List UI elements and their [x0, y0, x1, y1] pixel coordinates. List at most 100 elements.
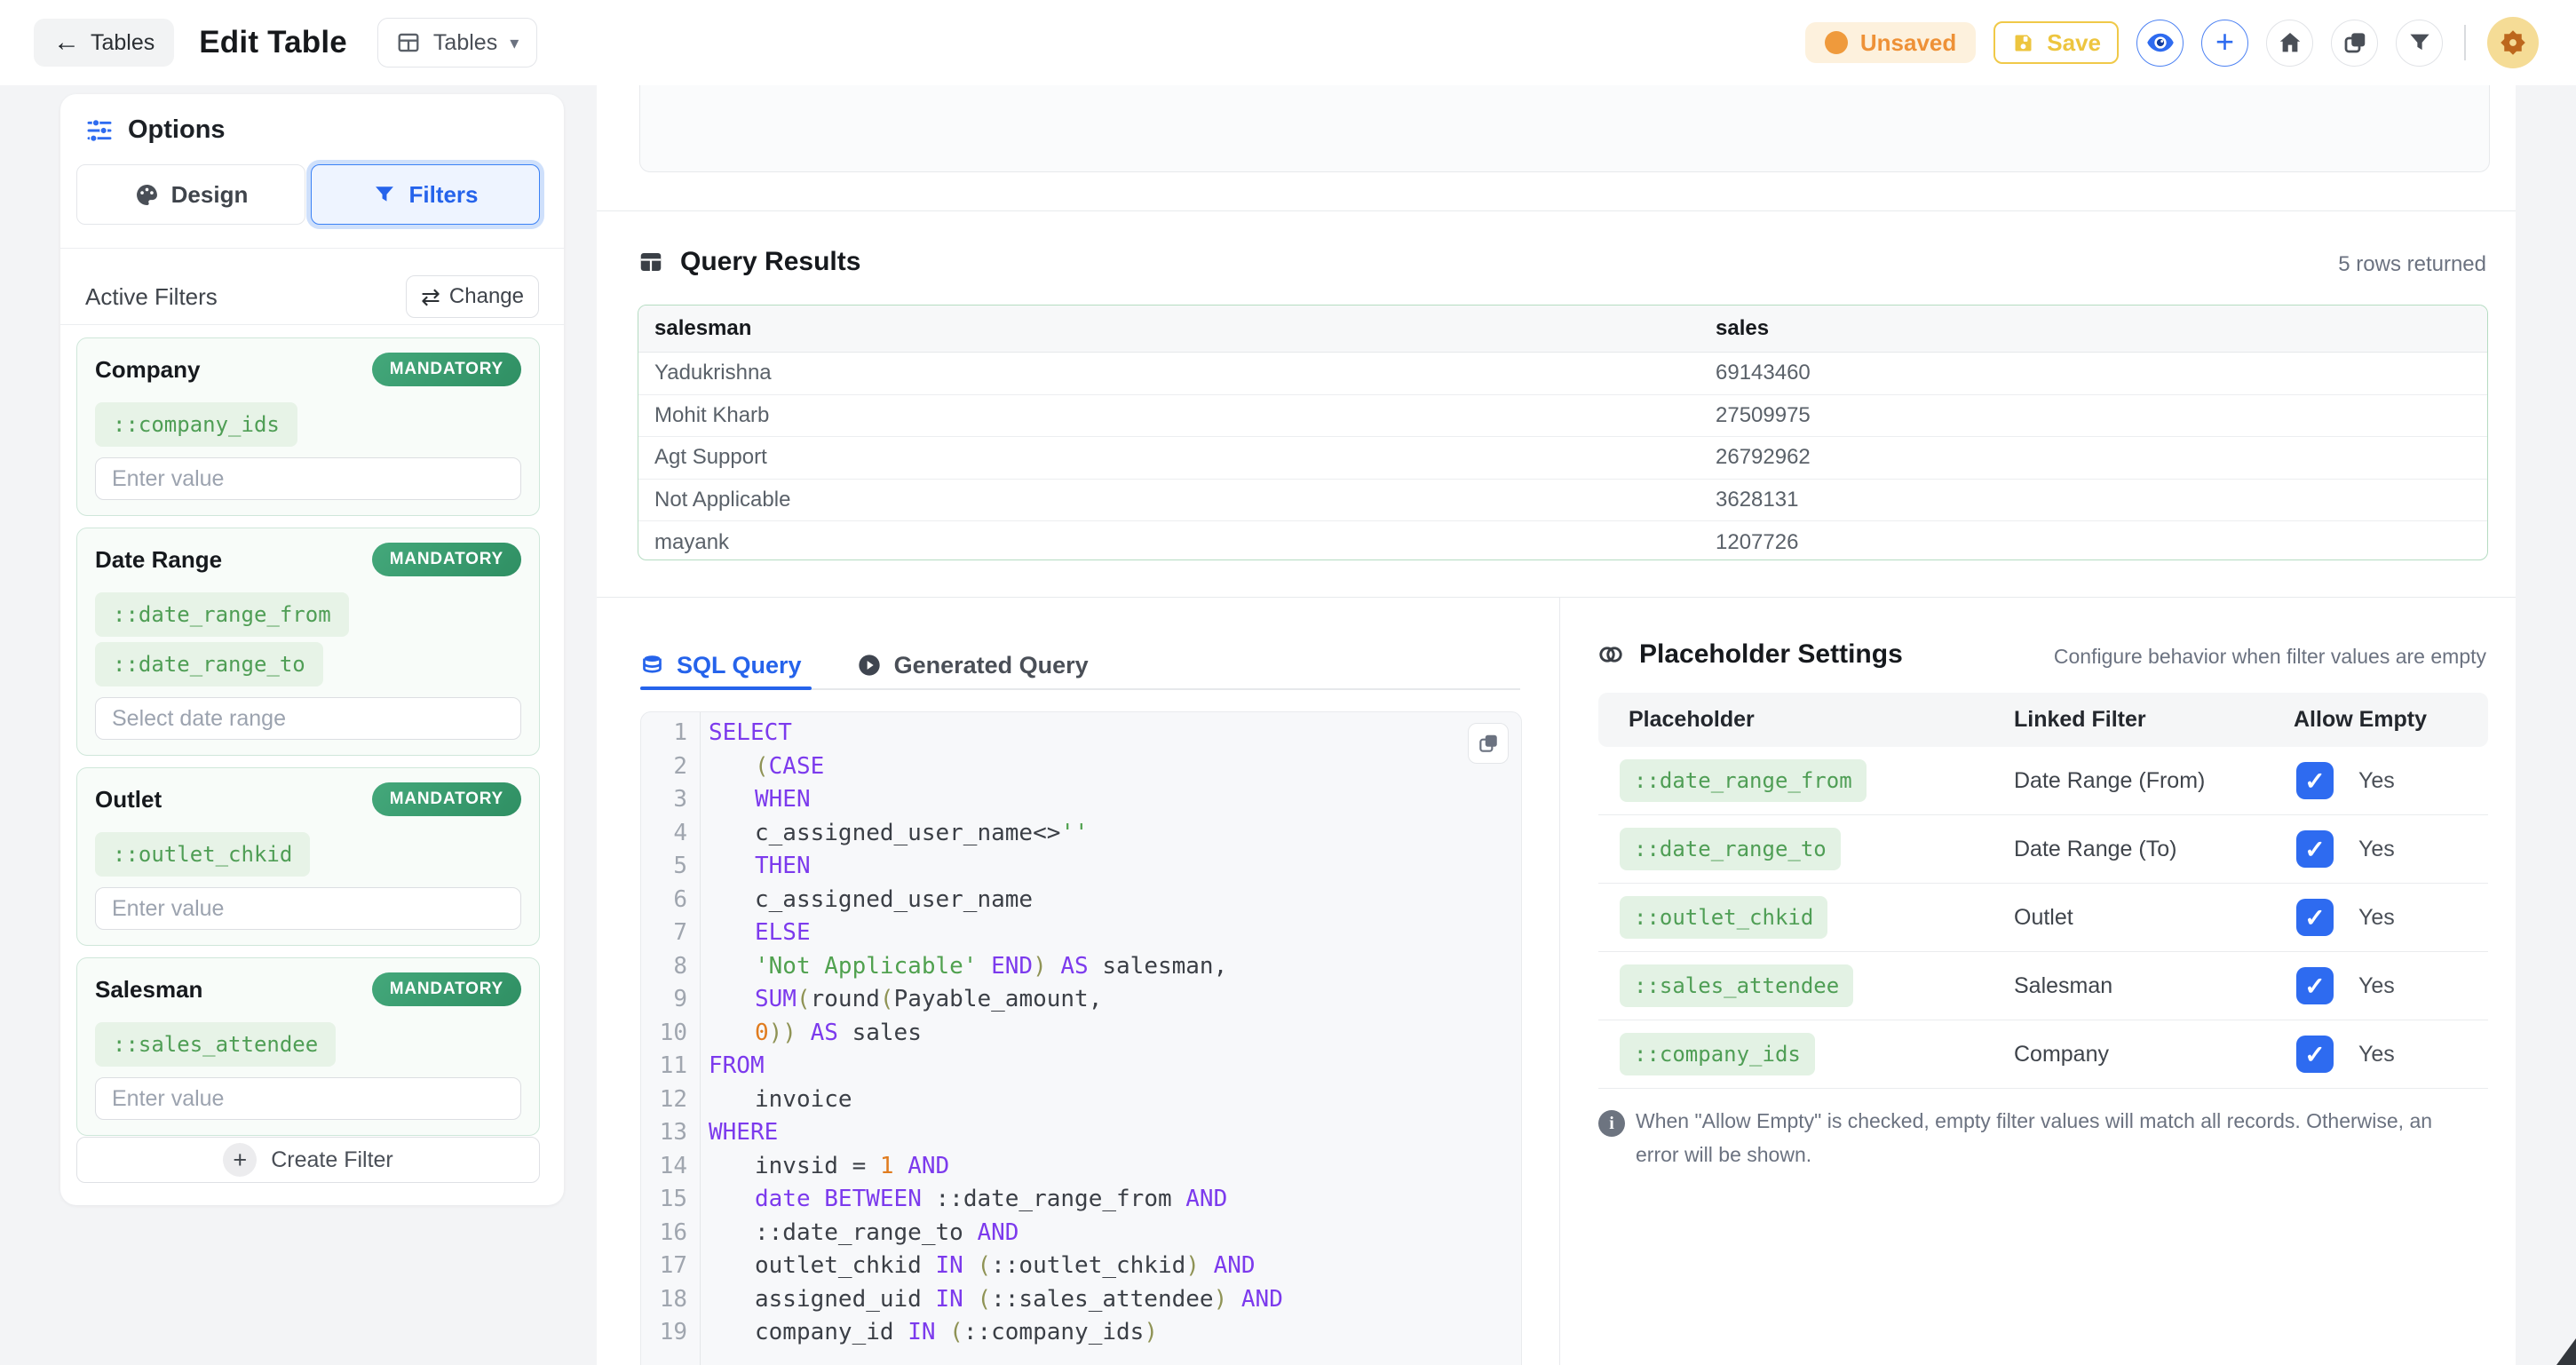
linked-filter-label: Outlet: [2014, 884, 2073, 951]
palette-icon: [134, 182, 160, 208]
sql-code-lines: 1SELECT2(CASE3WHEN4c_assigned_user_name<…: [641, 717, 1521, 1350]
code-line: 3WHEN: [641, 783, 1521, 817]
filter-card: CompanyMANDATORY::company_ids: [76, 337, 540, 516]
cell-sales: 27509975: [1700, 403, 2487, 428]
sql-code-editor[interactable]: 1SELECT2(CASE3WHEN4c_assigned_user_name<…: [640, 711, 1522, 1365]
code-text: date BETWEEN ::date_range_from AND: [700, 1183, 1227, 1217]
line-number: 11: [641, 1050, 700, 1083]
line-number: 4: [641, 817, 700, 851]
rows-returned-label: 5 rows returned: [2338, 252, 2486, 277]
code-line: 2(CASE: [641, 750, 1521, 784]
mandatory-badge: MANDATORY: [372, 972, 521, 1006]
tab-design[interactable]: Design: [76, 164, 305, 225]
code-line: 7ELSE: [641, 917, 1521, 950]
filter-value-input[interactable]: [95, 697, 521, 740]
tab-sql-query-label: SQL Query: [677, 652, 802, 679]
line-number: 5: [641, 850, 700, 884]
pane-divider: [1559, 598, 1560, 1365]
code-text: invsid = 1 AND: [700, 1150, 949, 1184]
allow-empty-checkbox[interactable]: ✓: [2296, 967, 2334, 1004]
section-divider: [597, 210, 2516, 211]
back-button[interactable]: ← Tables: [34, 19, 174, 67]
sliders-icon: [85, 116, 114, 145]
code-line: 19company_id IN (::company_ids): [641, 1316, 1521, 1350]
preview-button[interactable]: [2136, 20, 2184, 67]
placeholder-tag: ::sales_attendee: [95, 1022, 336, 1067]
allow-empty-value: Yes: [2358, 1020, 2395, 1088]
options-title: Options: [128, 115, 226, 145]
allow-empty-checkbox[interactable]: ✓: [2296, 1036, 2334, 1073]
line-number: 3: [641, 783, 700, 817]
code-text: c_assigned_user_name: [700, 884, 1033, 917]
tab-generated-query[interactable]: Generated Query: [857, 652, 1089, 679]
filter-card-header: Date RangeMANDATORY: [95, 543, 521, 576]
header-divider: [2464, 25, 2466, 60]
code-text: invoice: [700, 1083, 852, 1117]
filter-name: Company: [95, 356, 200, 384]
cell-salesman: Not Applicable: [638, 488, 1700, 512]
placeholder-tag: ::outlet_chkid: [95, 832, 310, 877]
placeholder-tag: ::company_ids: [1620, 1033, 1815, 1075]
duplicate-button[interactable]: [2331, 20, 2378, 67]
allow-empty-checkbox[interactable]: ✓: [2296, 830, 2334, 868]
placeholder-row: ::date_range_toDate Range (To)✓Yes: [1598, 815, 2488, 884]
mandatory-badge: MANDATORY: [372, 543, 521, 576]
code-line: 8'Not Applicable' END) AS salesman,: [641, 950, 1521, 984]
create-filter-button[interactable]: + Create Filter: [76, 1137, 540, 1183]
table-row: Agt Support26792962: [638, 437, 2487, 480]
code-text: ::date_range_to AND: [700, 1217, 1019, 1250]
column-header-allow-empty: Allow Empty: [2294, 693, 2427, 747]
home-button[interactable]: [2266, 20, 2313, 67]
column-header-salesman: salesman: [638, 316, 1700, 341]
play-circle-icon: [857, 653, 882, 678]
filter-value-input[interactable]: [95, 457, 521, 500]
code-text: (CASE: [700, 750, 824, 784]
code-text: THEN: [700, 850, 811, 884]
code-text: SUM(round(Payable_amount,: [700, 983, 1102, 1017]
sun-icon: [2497, 27, 2529, 59]
placeholder-tag: ::company_ids: [95, 402, 297, 447]
line-number: 8: [641, 950, 700, 984]
linked-filter-label: Date Range (From): [2014, 747, 2205, 814]
code-text: assigned_uid IN (::sales_attendee) AND: [700, 1283, 1283, 1317]
swap-icon: ⇄: [421, 285, 440, 308]
filter-value-input[interactable]: [95, 887, 521, 930]
save-button[interactable]: Save: [1993, 21, 2119, 64]
tables-dropdown[interactable]: Tables ▾: [377, 18, 537, 67]
table-grid-icon: [396, 30, 421, 55]
add-button[interactable]: +: [2201, 20, 2248, 67]
allow-empty-value: Yes: [2358, 884, 2395, 951]
table-row: Mohit Kharb27509975: [638, 395, 2487, 438]
tables-dropdown-label: Tables: [433, 30, 497, 56]
table-row: Not Applicable3628131: [638, 480, 2487, 522]
allow-empty-checkbox[interactable]: ✓: [2296, 762, 2334, 799]
code-text: WHERE: [700, 1116, 778, 1150]
active-filters-label: Active Filters: [85, 283, 218, 311]
copy-code-button[interactable]: [1468, 723, 1509, 764]
tab-sql-query[interactable]: SQL Query: [640, 652, 802, 679]
status-badge: Unsaved: [1805, 22, 1976, 63]
code-line: 9SUM(round(Payable_amount,: [641, 983, 1521, 1017]
change-filters-button[interactable]: ⇄ Change: [406, 275, 539, 318]
code-text: 0)) AS sales: [700, 1017, 922, 1051]
filter-button[interactable]: [2396, 20, 2443, 67]
filter-card-header: CompanyMANDATORY: [95, 353, 521, 386]
back-button-label: Tables: [91, 30, 155, 56]
link-icon: [1597, 640, 1625, 669]
table-row: mayank1207726: [638, 521, 2487, 560]
sidebar-divider: [60, 324, 564, 325]
unsaved-dot-icon: [1825, 31, 1848, 54]
placeholder-settings-title: Placeholder Settings: [1639, 639, 1903, 670]
filter-value-input[interactable]: [95, 1077, 521, 1120]
tab-filters[interactable]: Filters: [311, 164, 540, 225]
code-line: 17outlet_chkid IN (::outlet_chkid) AND: [641, 1250, 1521, 1283]
code-text: 'Not Applicable' END) AS salesman,: [700, 950, 1227, 984]
line-number: 1: [641, 717, 700, 750]
code-text: ELSE: [700, 917, 811, 950]
code-line: 5THEN: [641, 850, 1521, 884]
allow-empty-checkbox[interactable]: ✓: [2296, 899, 2334, 936]
line-number: 18: [641, 1283, 700, 1317]
table-icon: [638, 249, 664, 275]
line-number: 2: [641, 750, 700, 784]
avatar[interactable]: [2487, 17, 2539, 68]
